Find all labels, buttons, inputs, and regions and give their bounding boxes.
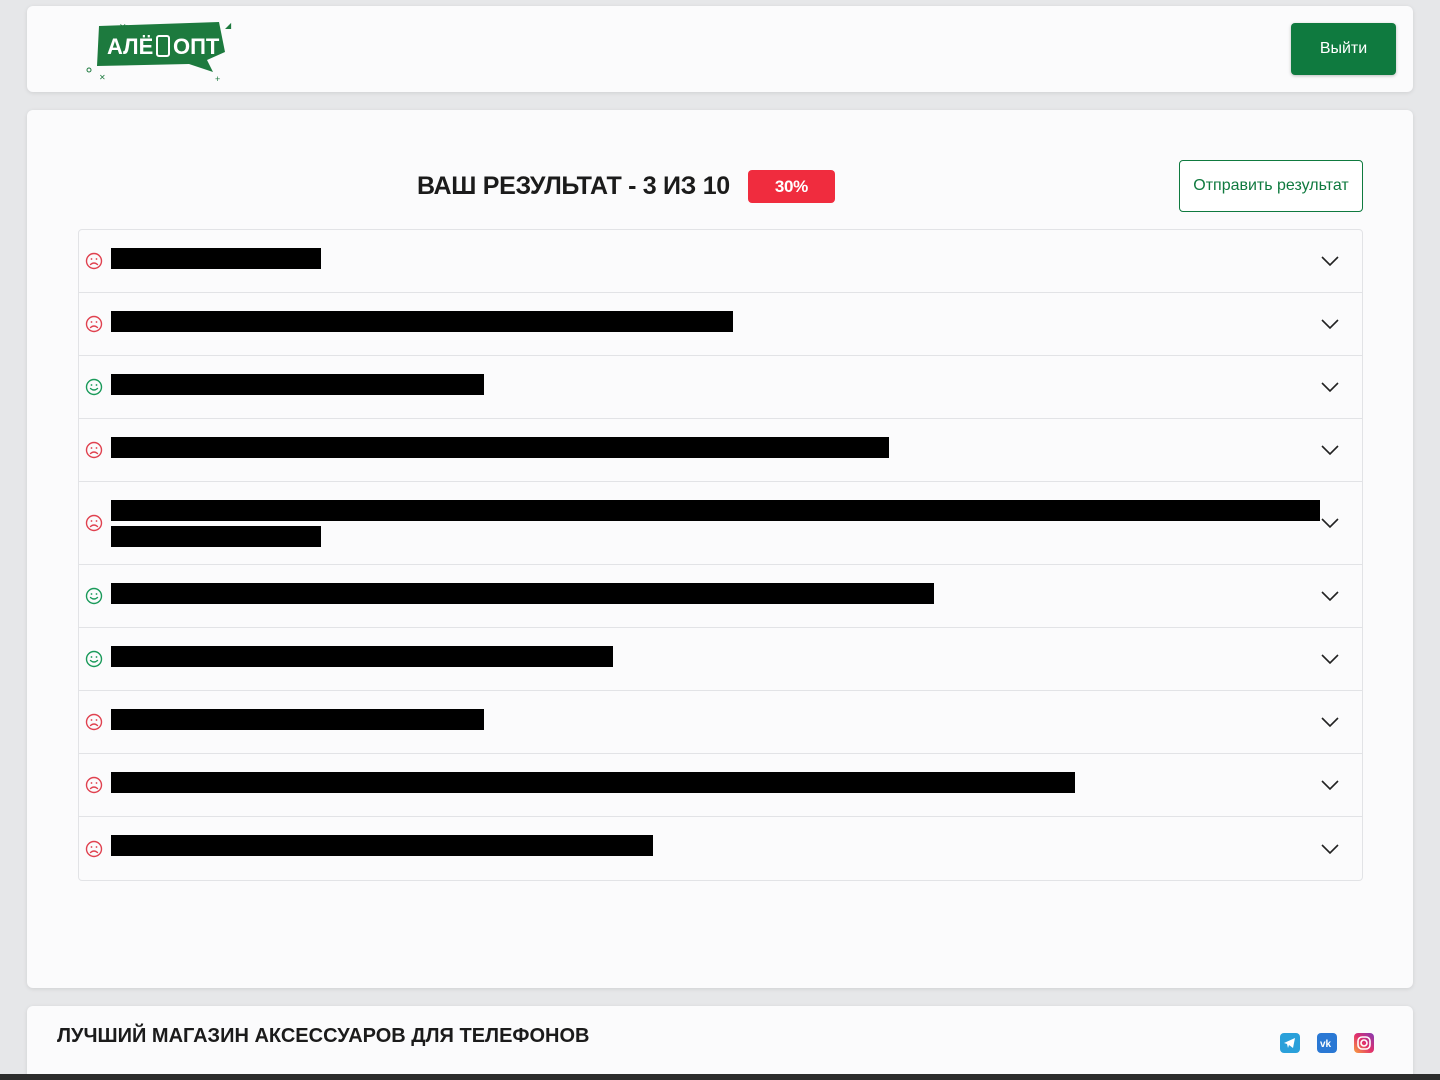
- question-text: [111, 835, 1322, 856]
- frown-icon: [85, 514, 103, 532]
- redacted-text: [111, 437, 889, 458]
- chevron-down-icon[interactable]: [1320, 779, 1340, 791]
- question-item[interactable]: [79, 419, 1362, 482]
- result-panel: ВАШ РЕЗУЛЬТАТ - 3 ИЗ 10 30% Отправить ре…: [27, 110, 1413, 988]
- question-item[interactable]: [79, 356, 1362, 419]
- frown-icon: [85, 315, 103, 333]
- redacted-text: [111, 772, 1075, 793]
- taskbar-strip: [0, 1074, 1440, 1080]
- send-result-button[interactable]: Отправить результат: [1179, 160, 1363, 212]
- result-heading: ВАШ РЕЗУЛЬТАТ - 3 ИЗ 10 30%: [417, 170, 835, 203]
- vk-icon[interactable]: vk: [1317, 1033, 1337, 1053]
- redacted-text: [111, 526, 321, 547]
- svg-text:◢: ◢: [225, 21, 232, 30]
- questions-accordion: [78, 229, 1363, 881]
- frown-icon: [85, 252, 103, 270]
- question-text: [111, 311, 1322, 332]
- brand-logo[interactable]: АЛЁ ОПТ ✕ ✕ + ◢: [85, 18, 235, 82]
- chevron-down-icon[interactable]: [1320, 590, 1340, 602]
- frown-icon: [85, 713, 103, 731]
- redacted-text: [111, 248, 321, 269]
- question-item[interactable]: [79, 691, 1362, 754]
- question-item[interactable]: [79, 754, 1362, 817]
- question-text: [111, 583, 1322, 604]
- telegram-icon[interactable]: [1280, 1033, 1300, 1053]
- smile-icon: [85, 587, 103, 605]
- frown-icon: [85, 441, 103, 459]
- question-text: [111, 374, 1322, 395]
- question-text: [111, 646, 1322, 667]
- redacted-text: [111, 709, 484, 730]
- chevron-down-icon[interactable]: [1320, 381, 1340, 393]
- frown-icon: [85, 840, 103, 857]
- redacted-text: [111, 835, 653, 856]
- chevron-down-icon[interactable]: [1320, 255, 1340, 267]
- smile-icon: [85, 650, 103, 668]
- chevron-down-icon[interactable]: [1320, 843, 1340, 855]
- chevron-down-icon[interactable]: [1320, 318, 1340, 330]
- question-text: [111, 500, 1322, 547]
- chevron-down-icon[interactable]: [1320, 653, 1340, 665]
- percent-badge: 30%: [747, 170, 835, 203]
- question-item[interactable]: [79, 565, 1362, 628]
- redacted-text: [111, 646, 613, 667]
- question-item[interactable]: [79, 293, 1362, 356]
- header-bar: АЛЁ ОПТ ✕ ✕ + ◢ Выйти: [27, 6, 1413, 92]
- svg-text:vk: vk: [1320, 1039, 1332, 1050]
- svg-text:ОПТ: ОПТ: [173, 34, 220, 59]
- redacted-text: [111, 374, 484, 395]
- redacted-text: [111, 311, 733, 332]
- question-item[interactable]: [79, 230, 1362, 293]
- smile-icon: [85, 378, 103, 396]
- chevron-down-icon[interactable]: [1320, 517, 1340, 529]
- question-text: [111, 248, 1322, 269]
- svg-text:✕: ✕: [99, 73, 106, 82]
- question-text: [111, 709, 1322, 730]
- frown-icon: [85, 776, 103, 794]
- chevron-down-icon[interactable]: [1320, 716, 1340, 728]
- question-item[interactable]: [79, 817, 1362, 880]
- footer: ЛУЧШИЙ МАГАЗИН АКСЕССУАРОВ ДЛЯ ТЕЛЕФОНОВ…: [27, 1006, 1413, 1080]
- instagram-icon[interactable]: [1354, 1033, 1374, 1053]
- question-item[interactable]: [79, 628, 1362, 691]
- result-title-text: ВАШ РЕЗУЛЬТАТ - 3 ИЗ 10: [417, 172, 730, 200]
- redacted-text: [111, 583, 934, 604]
- logout-button[interactable]: Выйти: [1291, 23, 1396, 75]
- svg-text:+: +: [215, 74, 220, 82]
- question-item[interactable]: [79, 482, 1362, 565]
- question-text: [111, 437, 1322, 458]
- svg-text:АЛЁ: АЛЁ: [107, 34, 153, 59]
- redacted-text: [111, 500, 1320, 521]
- chevron-down-icon[interactable]: [1320, 444, 1340, 456]
- svg-text:✕: ✕: [119, 22, 127, 32]
- question-text: [111, 772, 1322, 793]
- footer-title: ЛУЧШИЙ МАГАЗИН АКСЕССУАРОВ ДЛЯ ТЕЛЕФОНОВ: [57, 1025, 590, 1047]
